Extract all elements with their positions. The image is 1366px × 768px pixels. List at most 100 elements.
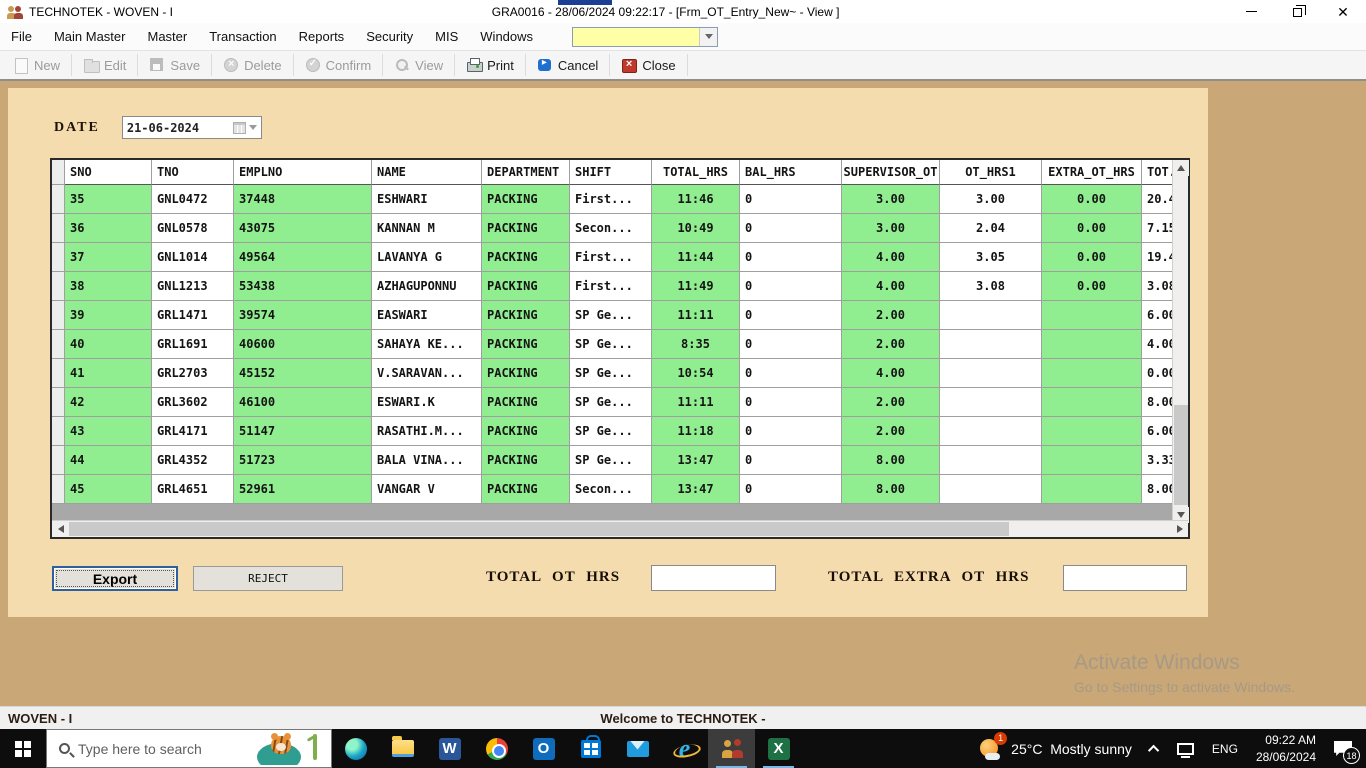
scroll-up-button[interactable] (1173, 160, 1189, 176)
window-selector-combobox[interactable] (572, 27, 718, 47)
grid-cell[interactable]: 8.00 (1142, 475, 1176, 504)
grid-cell[interactable]: 43075 (234, 214, 372, 243)
grid-cell[interactable]: 8.00 (842, 475, 940, 504)
row-selector[interactable] (52, 475, 65, 504)
grid-cell[interactable]: PACKING (482, 359, 570, 388)
grid-cell[interactable]: 0 (740, 214, 842, 243)
grid-cell[interactable]: GNL0578 (152, 214, 234, 243)
grid-cell[interactable]: AZHAGUPONNU (372, 272, 482, 301)
row-selector[interactable] (52, 272, 65, 301)
grid-cell[interactable]: 3.00 (940, 185, 1042, 214)
notification-center-button[interactable]: 18 (1325, 729, 1366, 768)
grid-cell[interactable]: 0.00 (1042, 272, 1142, 301)
grid-cell[interactable]: 53438 (234, 272, 372, 301)
grid-cell[interactable]: 43 (65, 417, 152, 446)
grid-cell[interactable]: PACKING (482, 243, 570, 272)
store-taskbar-button[interactable] (567, 729, 614, 768)
grid-cell[interactable]: 6.00 (1142, 417, 1176, 446)
grid-cell[interactable]: ESWARI.K (372, 388, 482, 417)
grid-cell[interactable]: First... (570, 243, 652, 272)
horizontal-scroll-thumb[interactable] (69, 522, 1009, 536)
chrome-taskbar-button[interactable] (473, 729, 520, 768)
table-row[interactable]: 41GRL270345152V.SARAVAN...PACKINGSP Ge..… (52, 359, 1176, 388)
mail-taskbar-button[interactable] (614, 729, 661, 768)
grid-cell[interactable]: 0 (740, 272, 842, 301)
vertical-scroll-thumb[interactable] (1174, 405, 1188, 505)
grid-cell[interactable]: 4.00 (842, 359, 940, 388)
grid-cell[interactable]: 10:54 (652, 359, 740, 388)
grid-cell[interactable]: 37 (65, 243, 152, 272)
grid-cell[interactable]: 3.00 (842, 185, 940, 214)
close-button[interactable]: ✕ (1320, 0, 1366, 23)
minimize-button[interactable] (1228, 0, 1274, 23)
grid-cell[interactable]: 20.4 (1142, 185, 1176, 214)
grid-cell[interactable]: 8.00 (842, 446, 940, 475)
grid-cell[interactable]: RASATHI.M... (372, 417, 482, 446)
menu-reports[interactable]: Reports (288, 23, 356, 50)
grid-cell[interactable]: PACKING (482, 446, 570, 475)
grid-cell[interactable]: First... (570, 185, 652, 214)
menu-master[interactable]: Master (136, 23, 198, 50)
grid-cell[interactable] (1042, 330, 1142, 359)
date-dropdown-icon[interactable] (249, 125, 257, 130)
grid-cell[interactable] (1042, 388, 1142, 417)
grid-cell[interactable] (940, 330, 1042, 359)
grid-cell[interactable]: 4.00 (842, 243, 940, 272)
grid-cell[interactable]: LAVANYA G (372, 243, 482, 272)
horizontal-scrollbar[interactable] (52, 520, 1188, 537)
grid-cell[interactable]: First... (570, 272, 652, 301)
grid-cell[interactable]: 0 (740, 417, 842, 446)
grid-cell[interactable]: SP Ge... (570, 301, 652, 330)
grid-cell[interactable]: SP Ge... (570, 417, 652, 446)
grid-cell[interactable]: 2.04 (940, 214, 1042, 243)
grid-cell[interactable]: 45 (65, 475, 152, 504)
grid-cell[interactable]: 51147 (234, 417, 372, 446)
total-extra-ot-hrs-input[interactable] (1063, 565, 1187, 591)
grid-cell[interactable]: 10:49 (652, 214, 740, 243)
grid-cell[interactable]: 0 (740, 446, 842, 475)
tray-overflow-button[interactable] (1142, 729, 1168, 768)
grid-cell[interactable]: 4.00 (1142, 330, 1176, 359)
new-toolbar-button[interactable]: New (4, 54, 69, 76)
search-daily-image[interactable] (243, 732, 329, 765)
grid-cell[interactable]: BALA VINA... (372, 446, 482, 475)
word-taskbar-button[interactable]: W (426, 729, 473, 768)
grid-cell[interactable]: 44 (65, 446, 152, 475)
weather-widget[interactable]: 1 25°C Mostly sunny (969, 737, 1142, 761)
grid-cell[interactable]: GRL1471 (152, 301, 234, 330)
excel-taskbar-button[interactable]: X (755, 729, 802, 768)
table-row[interactable]: 42GRL360246100ESWARI.KPACKINGSP Ge...11:… (52, 388, 1176, 417)
grid-cell[interactable]: SP Ge... (570, 330, 652, 359)
grid-cell[interactable]: 41 (65, 359, 152, 388)
date-picker[interactable]: 21-06-2024 (122, 116, 262, 139)
grid-cell[interactable]: PACKING (482, 272, 570, 301)
delete-toolbar-button[interactable]: Delete (214, 54, 291, 76)
grid-cell[interactable]: 8.00 (1142, 388, 1176, 417)
grid-cell[interactable]: Secon... (570, 475, 652, 504)
technotek-people-taskbar-button[interactable] (708, 729, 755, 768)
grid-cell[interactable]: 6.00 (1142, 301, 1176, 330)
save-toolbar-button[interactable]: Save (140, 54, 209, 76)
grid-cell[interactable]: 0.00 (1042, 185, 1142, 214)
grid-cell[interactable]: V.SARAVAN... (372, 359, 482, 388)
grid-cell[interactable]: 11:46 (652, 185, 740, 214)
restore-button[interactable] (1274, 0, 1320, 23)
grid-cell[interactable]: 11:44 (652, 243, 740, 272)
grid-cell[interactable]: PACKING (482, 185, 570, 214)
grid-cell[interactable]: 39 (65, 301, 152, 330)
table-row[interactable]: 45GRL465152961VANGAR VPACKINGSecon...13:… (52, 475, 1176, 504)
grid-cell[interactable]: PACKING (482, 388, 570, 417)
grid-cell[interactable] (1042, 301, 1142, 330)
row-selector[interactable] (52, 330, 65, 359)
row-selector[interactable] (52, 388, 65, 417)
grid-cell[interactable]: GNL1213 (152, 272, 234, 301)
grid-cell[interactable]: GRL4651 (152, 475, 234, 504)
grid-cell[interactable] (940, 417, 1042, 446)
grid-cell[interactable]: 3.00 (842, 214, 940, 243)
grid-cell[interactable]: 0.00 (1042, 214, 1142, 243)
row-selector[interactable] (52, 185, 65, 214)
grid-cell[interactable] (940, 359, 1042, 388)
grid-cell[interactable]: GNL1014 (152, 243, 234, 272)
total-ot-hrs-input[interactable] (651, 565, 776, 591)
outlook-taskbar-button[interactable]: O (520, 729, 567, 768)
